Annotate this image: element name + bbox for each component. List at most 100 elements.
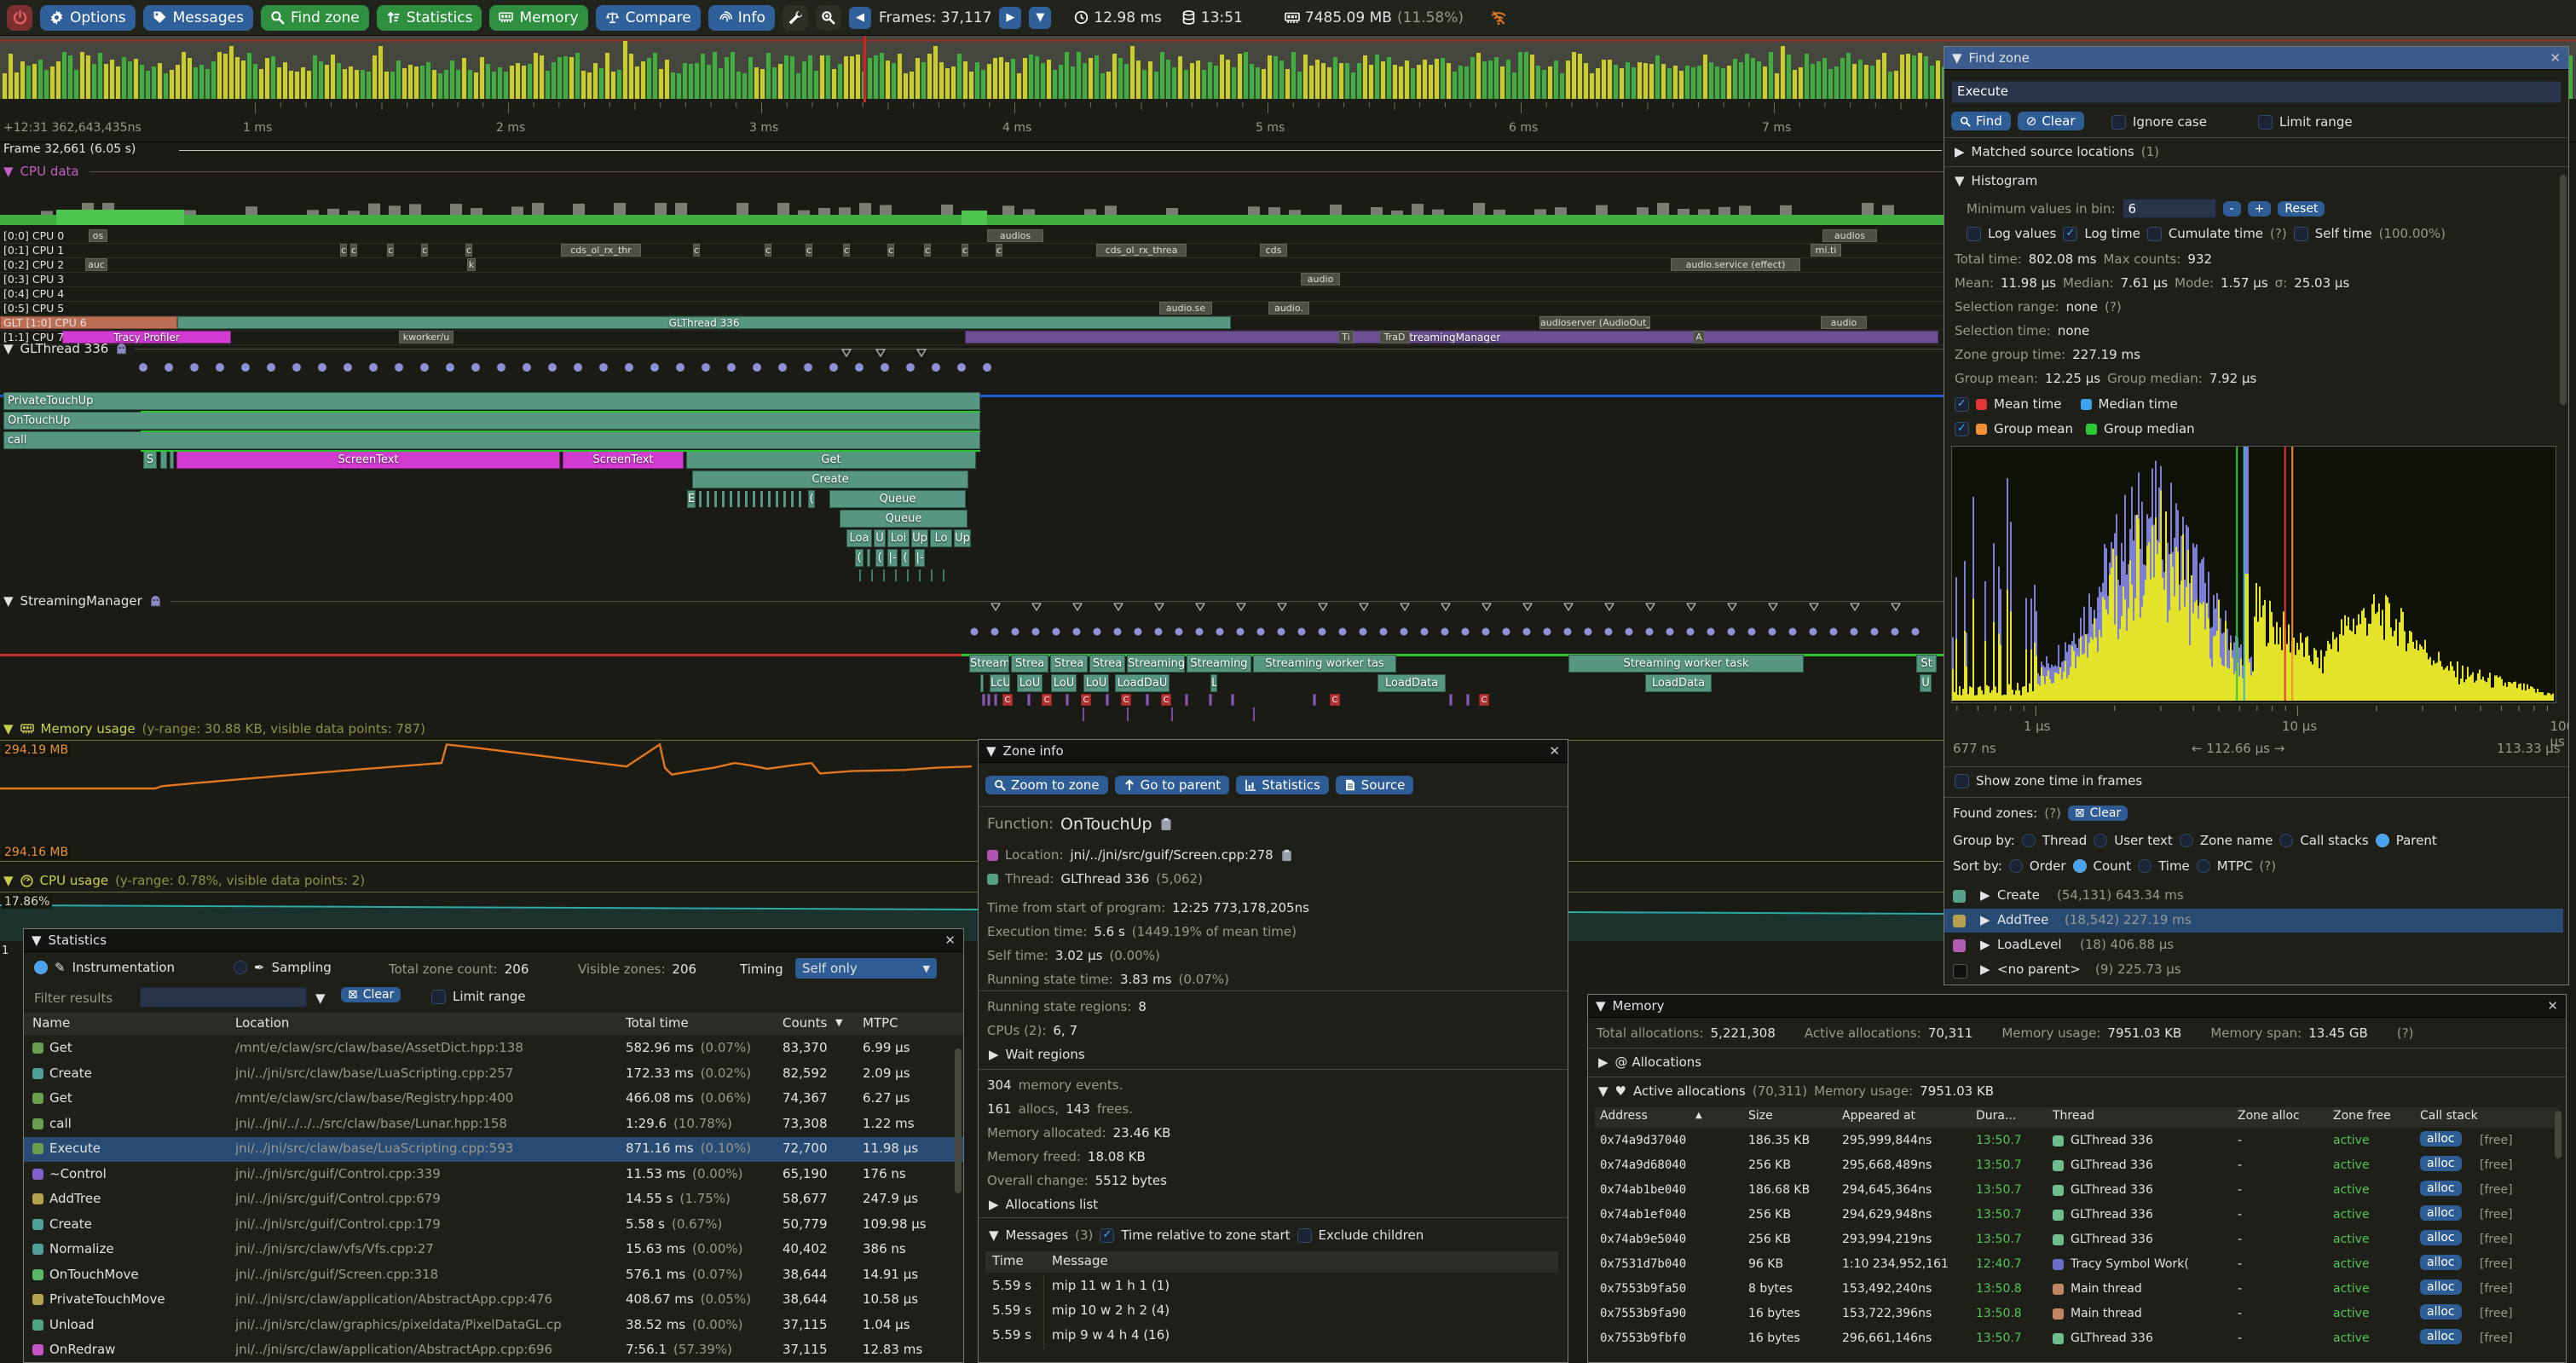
table-row[interactable]: OnRedrawjni/../jni/src/claw/application/… — [24, 1338, 964, 1363]
group-by-user-text[interactable] — [2094, 834, 2107, 847]
timeline-zone[interactable]: Queue — [840, 510, 967, 528]
table-row[interactable]: ~Controljni/../jni/src/guif/Control.cpp:… — [24, 1163, 964, 1187]
find-button[interactable]: Find — [1951, 112, 2011, 130]
timeline-zone[interactable]: ( — [855, 549, 863, 567]
close-icon[interactable]: ✕ — [2550, 50, 2561, 66]
timeline-zone[interactable]: Up — [911, 529, 928, 547]
collapse-icon[interactable]: ▼ — [3, 164, 14, 179]
scrollbar-thumb[interactable] — [2555, 1111, 2562, 1158]
alloc-button[interactable]: alloc — [2420, 1255, 2462, 1270]
cpu-chip[interactable]: audio.service (effect) — [1671, 258, 1800, 271]
sort-by-order[interactable] — [2009, 859, 2023, 873]
message-row[interactable]: 5.59 smip 9 w 4 h 4 (16) — [985, 1325, 1558, 1349]
timeline-zone[interactable]: Up — [954, 529, 971, 547]
timeline-zone[interactable]: call — [3, 431, 980, 449]
expand-icon[interactable]: ▶ — [1980, 912, 1990, 927]
group-by-thread[interactable] — [2022, 834, 2036, 847]
cpu-chip[interactable]: c — [924, 244, 931, 257]
table-row[interactable]: AddTreejni/../jni/src/guif/Control.cpp:6… — [24, 1187, 964, 1212]
collapse-icon[interactable]: ▼ — [1596, 998, 1606, 1014]
prev-frame-button[interactable]: ◀ — [849, 7, 871, 29]
cpu-chip[interactable]: c — [421, 244, 428, 257]
timeline-zone[interactable]: Streaming — [1187, 655, 1251, 673]
timeline-zone[interactable]: ScreenText — [176, 451, 560, 469]
table-row[interactable]: Unloadjni/../jni/src/claw/graphics/pixel… — [24, 1314, 964, 1338]
collapse-icon[interactable]: ▼ — [32, 933, 42, 948]
cpu-zone[interactable]: GLThread 336 — [177, 316, 1231, 329]
lock-zone[interactable] — [1066, 694, 1069, 706]
cpu-chip[interactable]: audios — [1822, 229, 1877, 242]
timeline-zone[interactable]: LoU — [1051, 674, 1077, 692]
allocation-row[interactable]: 0x7553b9fa9016 bytes153,722,396ns13:50.8… — [1595, 1302, 2558, 1327]
close-icon[interactable]: ✕ — [2547, 998, 2558, 1014]
found-zone-group[interactable]: ▶<no parent>(9) 225.73 µs — [1944, 958, 2563, 982]
timeline-zone[interactable]: |- — [887, 549, 898, 567]
statistics-button[interactable]: Statistics — [1236, 776, 1329, 794]
cpu-chip[interactable]: audio.se — [1159, 302, 1212, 315]
cpu-chip[interactable]: c — [962, 244, 968, 257]
help-icon[interactable]: (?) — [2259, 858, 2276, 874]
timeline-zone[interactable]: LoadData — [1645, 674, 1712, 692]
contended-zone[interactable]: C — [1161, 694, 1171, 706]
column-header[interactable]: Total time — [626, 1015, 689, 1031]
exclude-children-checkbox[interactable] — [1297, 1228, 1312, 1243]
cpu-row[interactable]: GLThread 336GLT [1:0] CPU 6audioserver (… — [0, 315, 1944, 331]
zoom-search-button[interactable] — [816, 5, 841, 31]
column-header[interactable]: Message — [1052, 1253, 1108, 1268]
found-zone-group[interactable]: ▶AddTree(18,542) 227.19 ms — [1944, 909, 2563, 933]
cpu-chip[interactable]: c — [887, 244, 894, 257]
expand-icon[interactable]: ▶ — [1598, 1054, 1609, 1070]
timeline-zone[interactable]: LoU — [1083, 674, 1109, 692]
cpu-row[interactable]: [0:0] CPU 0osaudiosaudios — [0, 228, 1944, 244]
cpu-chip[interactable]: c — [387, 244, 394, 257]
cpu-chip[interactable]: os — [89, 229, 107, 242]
timeline-zone[interactable]: S — [143, 451, 157, 469]
timeline-zone[interactable] — [170, 451, 174, 469]
timeline-zone[interactable]: LcU — [990, 674, 1010, 692]
lock-zone[interactable] — [1313, 694, 1316, 706]
group-by-zone-name[interactable] — [2180, 834, 2193, 847]
cpu-chip[interactable]: cds — [1260, 244, 1287, 257]
help-icon[interactable]: (?) — [2270, 226, 2287, 241]
table-row[interactable]: OnTouchMovejni/../jni/src/guif/Screen.cp… — [24, 1263, 964, 1288]
min-bin-input[interactable]: 6 — [2123, 199, 2216, 218]
expand-icon[interactable]: ▶ — [989, 1197, 999, 1212]
column-header[interactable]: Zone free — [2333, 1109, 2391, 1123]
sort-by-mtpc[interactable] — [2197, 859, 2210, 873]
lock-zone[interactable] — [1027, 694, 1031, 706]
info-button[interactable]: Info — [708, 5, 775, 31]
tools-button[interactable] — [783, 5, 808, 31]
message-row[interactable]: 5.59 smip 10 w 2 h 2 (4) — [985, 1300, 1558, 1325]
timeline-zone[interactable]: OnTouchUp — [3, 412, 980, 430]
sampling-radio[interactable] — [234, 961, 247, 974]
collapse-icon[interactable]: ▼ — [1955, 173, 1965, 188]
timeline-zone[interactable]: Streaming worker tas — [1253, 655, 1396, 673]
timeline-zone[interactable]: L — [1210, 674, 1217, 692]
timeline-zone[interactable]: U — [1920, 674, 1932, 692]
found-zone-group[interactable]: ▶Create(54,131) 643.34 ms — [1944, 884, 2563, 908]
timeline-zone[interactable]: LoU — [1017, 674, 1043, 692]
column-header[interactable]: Appeared at — [1842, 1109, 1915, 1123]
lock-zone[interactable] — [987, 694, 991, 706]
group-by-parent[interactable] — [2376, 834, 2389, 847]
alloc-button[interactable]: alloc — [2420, 1156, 2462, 1171]
cpu-chip[interactable]: c — [765, 244, 771, 257]
column-header[interactable]: Counts — [783, 1015, 827, 1031]
column-header[interactable]: Address — [1600, 1109, 1648, 1123]
alloc-button[interactable]: alloc — [2420, 1304, 2462, 1320]
cumulate-time-checkbox[interactable] — [2147, 227, 2162, 241]
contended-zone[interactable]: C — [1081, 694, 1091, 706]
allocation-row[interactable]: 0x7531d7b04096 KB1:10 234,952,16112:40.7… — [1595, 1253, 2558, 1278]
timeline-zone[interactable] — [980, 674, 984, 692]
scrollbar-thumb[interactable] — [2560, 175, 2567, 405]
histogram-plot[interactable] — [1951, 446, 2556, 703]
lock-zone[interactable] — [1185, 694, 1188, 706]
column-header[interactable]: Name — [32, 1015, 70, 1031]
cpu-chip[interactable]: audios — [987, 229, 1043, 242]
table-row[interactable]: Executejni/../jni/src/claw/base/LuaScrip… — [24, 1137, 964, 1162]
column-header[interactable]: Thread — [2053, 1109, 2094, 1123]
cpu-chip[interactable]: c — [843, 244, 850, 257]
timeline-zone[interactable]: Stream — [969, 655, 1009, 673]
cpu-chip[interactable]: audioserver (AudioOut_D) — [1539, 316, 1650, 329]
lock-zone[interactable] — [1146, 694, 1149, 706]
